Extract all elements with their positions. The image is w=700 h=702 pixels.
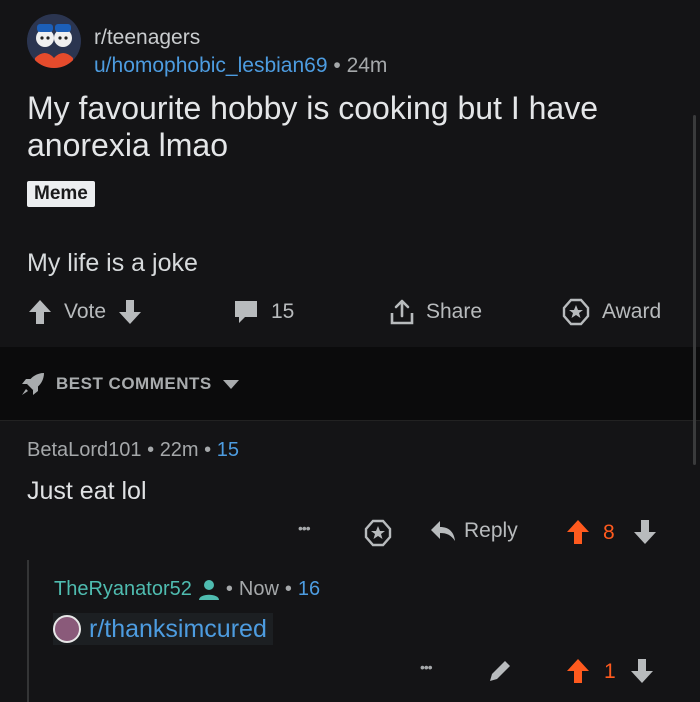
reply-button[interactable]: Reply <box>430 519 518 543</box>
award-icon[interactable] <box>364 519 392 547</box>
edit-pencil-icon[interactable] <box>487 658 513 684</box>
upvote-arrow-icon[interactable] <box>566 519 590 545</box>
post-action-bar: Vote 15 Share Award <box>0 292 700 332</box>
reply-meta: TheRyanator52 • Now • 16 <box>54 578 320 601</box>
reply-label: Reply <box>464 519 518 542</box>
comment-score: 8 <box>603 521 615 544</box>
comment-action-bar: ••• Reply 8 <box>298 512 668 552</box>
byline-separator: • <box>333 54 341 77</box>
comment-sort-bar[interactable]: BEST COMMENTS <box>0 347 700 421</box>
sort-selector[interactable]: BEST COMMENTS <box>20 371 240 397</box>
comment-text: Just eat lol <box>27 477 147 505</box>
reply-action-bar: ••• 1 <box>420 651 670 691</box>
post-body: My life is a joke <box>27 249 198 277</box>
vote-label: Vote <box>64 300 107 323</box>
rocket-icon <box>20 371 46 397</box>
share-button[interactable]: Share <box>388 292 482 332</box>
op-person-icon <box>198 579 220 601</box>
subreddit-link-text[interactable]: r/thanksimcured <box>89 615 267 644</box>
downvote-arrow-icon[interactable] <box>633 519 657 545</box>
comment-author[interactable]: BetaLord101 <box>27 439 142 461</box>
post-byline: u/homophobic_lesbian69 • 24m <box>94 54 387 78</box>
comment-score-badge: 15 <box>216 439 239 461</box>
downvote-arrow-icon[interactable] <box>118 299 142 325</box>
comment-count: 15 <box>271 300 295 323</box>
chevron-down-icon <box>222 378 240 390</box>
reply-score: 1 <box>604 660 616 683</box>
share-label: Share <box>426 300 483 323</box>
more-options-button[interactable]: ••• <box>298 520 311 536</box>
meta-separator: • <box>225 578 233 600</box>
scrollbar[interactable] <box>693 115 696 465</box>
thread-line[interactable] <box>27 560 29 702</box>
subreddit-link[interactable]: r/thanksimcured <box>53 613 273 645</box>
post-age: 24m <box>346 54 388 77</box>
subreddit-link-avatar <box>53 615 81 643</box>
reply-arrow-icon <box>430 520 456 542</box>
award-label: Award <box>602 300 662 323</box>
comments-button[interactable]: 15 <box>233 292 294 332</box>
award-icon <box>562 298 590 326</box>
more-options-button[interactable]: ••• <box>420 659 433 675</box>
upvote-arrow-icon[interactable] <box>566 658 590 684</box>
comment-bubble-icon <box>233 300 259 324</box>
reply-score-badge: 16 <box>297 578 321 600</box>
downvote-arrow-icon[interactable] <box>630 658 654 684</box>
reply-age: Now <box>238 578 279 600</box>
post-author[interactable]: u/homophobic_lesbian69 <box>94 54 328 77</box>
post-header: r/teenagers u/homophobic_lesbian69 • 24m <box>27 14 677 77</box>
post-title: My favourite hobby is cooking but I have… <box>27 90 598 163</box>
share-icon <box>388 298 416 326</box>
post-flair[interactable]: Meme <box>27 181 95 207</box>
meta-separator: • <box>204 439 212 461</box>
comment-meta: BetaLord101 • 22m • 15 <box>27 439 239 462</box>
award-button[interactable]: Award <box>562 292 661 332</box>
meta-separator: • <box>147 439 155 461</box>
meta-separator: • <box>284 578 292 600</box>
sort-label: BEST COMMENTS <box>56 374 212 393</box>
vote-group: Vote <box>28 292 142 332</box>
comment-age: 22m <box>159 439 199 461</box>
subreddit-name[interactable]: r/teenagers <box>94 26 200 50</box>
subreddit-avatar[interactable] <box>27 14 81 68</box>
reply-author[interactable]: TheRyanator52 <box>54 578 192 601</box>
upvote-arrow-icon[interactable] <box>28 299 52 325</box>
